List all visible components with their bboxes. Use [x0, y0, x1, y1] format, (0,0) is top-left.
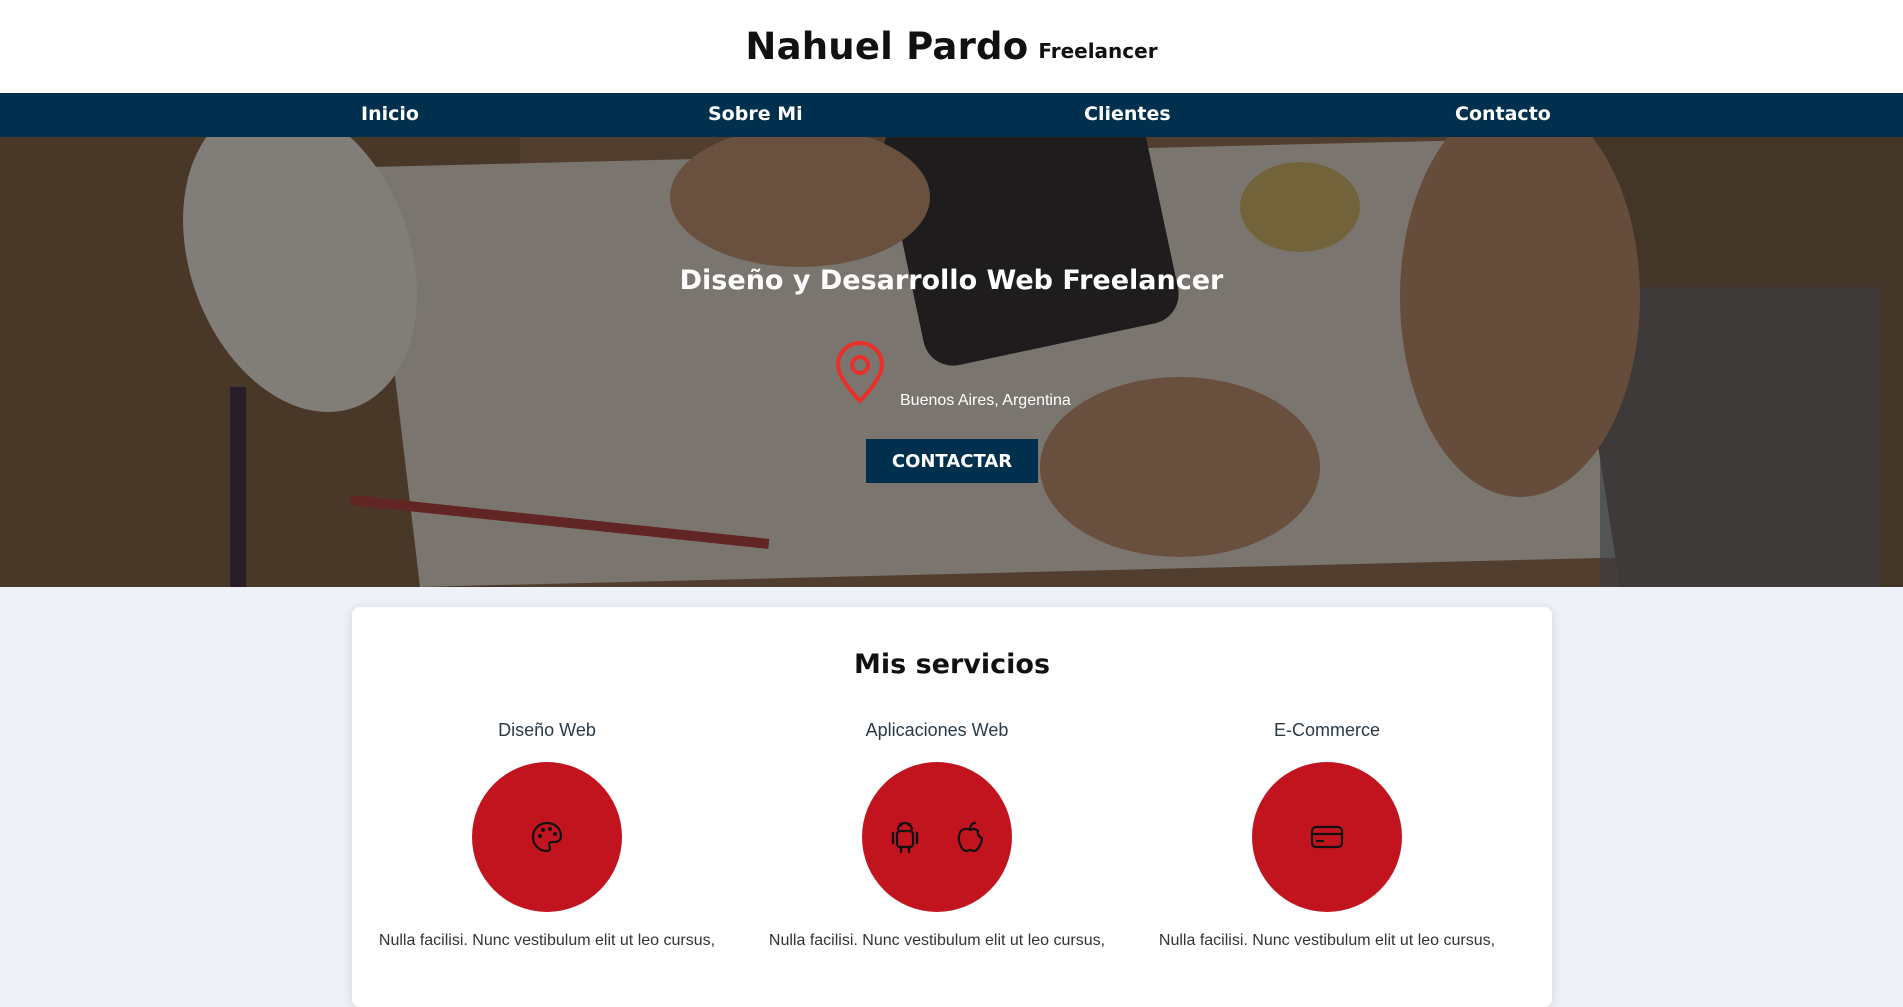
service-name: E-Commerce [1273, 720, 1380, 740]
main-nav: Inicio Sobre Mi Clientes Contacto [0, 93, 1903, 137]
nav-item-contacto[interactable]: Contacto [1455, 103, 1551, 125]
service-card-diseno-web: Diseño Web Nulla facilisi. Nunc vestibul… [352, 720, 742, 950]
apple-icon [957, 821, 984, 853]
site-header: Nahuel Pardo Freelancer [0, 0, 1903, 93]
service-icon-circle [1252, 762, 1402, 912]
service-name: Diseño Web [498, 720, 596, 740]
service-card-e-commerce: E-Commerce Nulla facilisi. Nunc vestibul… [1132, 720, 1522, 950]
nav-item-inicio[interactable]: Inicio [361, 103, 419, 125]
services-card: Mis servicios Diseño Web Nulla facilisi.… [352, 607, 1552, 1007]
brand-tagline: Freelancer [1038, 38, 1158, 63]
service-card-aplicaciones-web: Aplicaciones Web Nulla facilisi. Nunc ve… [742, 720, 1132, 950]
contact-button[interactable]: CONTACTAR [866, 439, 1038, 483]
credit-card-icon [1310, 825, 1344, 849]
service-icon-circle [472, 762, 622, 912]
palette-icon [531, 821, 563, 853]
android-icon [891, 821, 919, 854]
service-icon-circle [862, 762, 1012, 912]
hero-section: Diseño y Desarrollo Web Freelancer Bueno… [0, 137, 1903, 587]
map-pin-icon [836, 341, 884, 403]
services-title: Mis servicios [853, 649, 1051, 680]
service-description: Nulla facilisi. Nunc vestibulum elit ut … [378, 932, 716, 949]
brand-name: Nahuel Pardo [745, 25, 1029, 68]
service-description: Nulla facilisi. Nunc vestibulum elit ut … [1158, 932, 1496, 949]
nav-item-sobre-mi[interactable]: Sobre Mi [708, 103, 803, 125]
service-description: Nulla facilisi. Nunc vestibulum elit ut … [768, 932, 1106, 949]
nav-item-clientes[interactable]: Clientes [1084, 103, 1171, 125]
location-text: Buenos Aires, Argentina [900, 392, 1071, 409]
hero-title: Diseño y Desarrollo Web Freelancer [679, 265, 1224, 296]
service-name: Aplicaciones Web [865, 720, 1009, 740]
hero-overlay [0, 137, 1903, 587]
